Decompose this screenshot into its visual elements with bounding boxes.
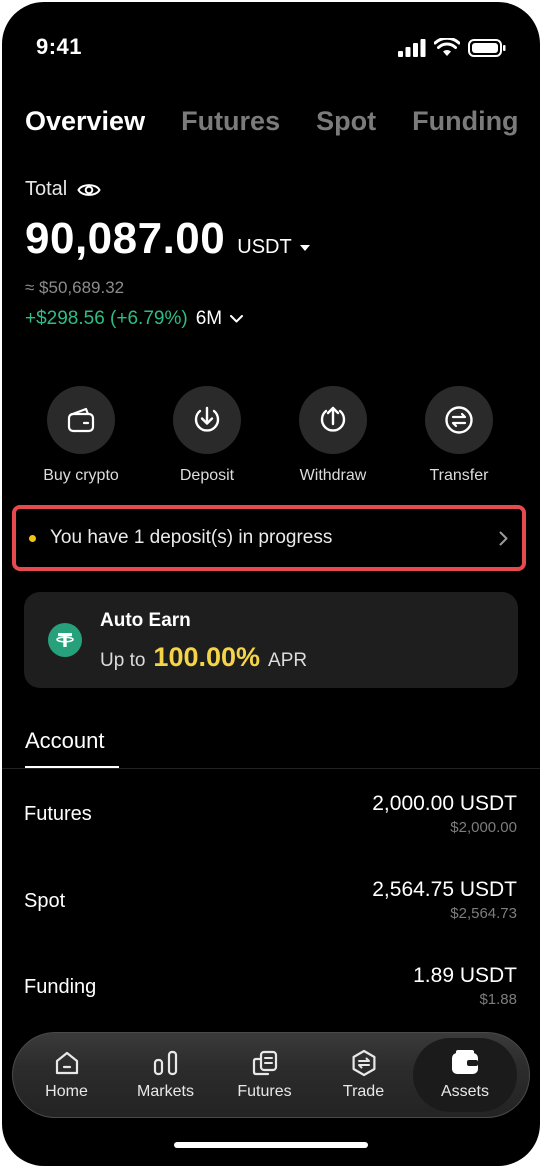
home-indicator xyxy=(174,1142,368,1148)
tab-spot[interactable]: Spot xyxy=(316,106,376,137)
deposit-progress-text: You have 1 deposit(s) in progress xyxy=(50,527,333,548)
account-row-futures[interactable]: Futures 2,000.00 USDT $2,000.00 xyxy=(2,792,540,862)
chevron-down-icon xyxy=(230,315,244,323)
eye-icon[interactable] xyxy=(77,181,101,199)
bottom-nav: Home Markets Futures Trade Assets xyxy=(12,1032,530,1118)
deposit-progress-banner[interactable]: You have 1 deposit(s) in progress xyxy=(12,505,526,571)
currency-label: USDT xyxy=(237,236,292,258)
withdraw-button[interactable]: Withdraw xyxy=(270,386,396,485)
fiat-equivalent: ≈ $50,689.32 xyxy=(25,278,125,297)
account-fiat: $2,564.73 xyxy=(450,905,517,922)
total-row: Total xyxy=(25,178,101,201)
quick-actions: Buy crypto Deposit Withdraw Transfer xyxy=(2,386,540,485)
period-selector[interactable]: 6M xyxy=(195,308,244,330)
transfer-label: Transfer xyxy=(429,467,489,484)
buy-crypto-label: Buy crypto xyxy=(43,467,119,484)
wallet-icon xyxy=(67,407,95,433)
tab-overview[interactable]: Overview xyxy=(25,106,145,137)
home-icon xyxy=(55,1051,78,1075)
period-label: 6M xyxy=(195,308,223,329)
auto-earn-title: Auto Earn xyxy=(100,610,191,631)
tab-futures[interactable]: Futures xyxy=(181,106,280,137)
nav-assets[interactable]: Assets xyxy=(413,1038,517,1112)
nav-trade[interactable]: Trade xyxy=(314,1038,413,1112)
account-name: Futures xyxy=(24,803,92,825)
nav-futures-label: Futures xyxy=(237,1083,292,1100)
pnl-value: +$298.56 (+6.79%) xyxy=(25,308,188,329)
deposit-circle xyxy=(173,386,241,454)
status-icons xyxy=(398,38,506,57)
account-name: Spot xyxy=(24,890,66,912)
battery-icon xyxy=(468,38,506,57)
balance-row: 90,087.00 USDT xyxy=(25,214,310,264)
asset-tabs: Overview Futures Spot Funding xyxy=(25,106,519,137)
auto-earn-rate: 100.00% xyxy=(153,642,261,672)
auto-earn-subtitle: Up to 100.00% APR xyxy=(100,642,307,673)
assets-icon xyxy=(452,1050,478,1074)
account-fiat: $1.88 xyxy=(479,991,517,1008)
nav-futures[interactable]: Futures xyxy=(215,1038,314,1112)
transfer-circle xyxy=(425,386,493,454)
account-amount: 2,000.00 USDT xyxy=(372,792,517,815)
pnl-row: +$298.56 (+6.79%) 6M xyxy=(25,308,244,330)
withdraw-label: Withdraw xyxy=(299,467,367,484)
auto-earn-card[interactable]: Auto Earn Up to 100.00% APR xyxy=(24,592,518,688)
status-dot xyxy=(29,534,36,542)
buy-crypto-button[interactable]: Buy crypto xyxy=(18,386,144,485)
withdraw-icon xyxy=(320,406,346,432)
withdraw-circle xyxy=(299,386,367,454)
deposit-icon xyxy=(194,406,220,432)
buy-crypto-circle xyxy=(47,386,115,454)
nav-home-label: Home xyxy=(45,1083,88,1100)
nav-markets[interactable]: Markets xyxy=(116,1038,215,1112)
deposit-label: Deposit xyxy=(179,467,235,484)
transfer-button[interactable]: Transfer xyxy=(396,386,522,485)
account-row-spot[interactable]: Spot 2,564.75 USDT $2,564.73 xyxy=(2,878,540,948)
account-amount: 2,564.75 USDT xyxy=(372,878,517,901)
nav-trade-label: Trade xyxy=(342,1083,385,1100)
account-name: Funding xyxy=(24,976,97,998)
chevron-right-icon xyxy=(499,531,508,545)
auto-earn-prefix: Up to xyxy=(100,650,146,671)
nav-home[interactable]: Home xyxy=(17,1038,116,1112)
signal-icon xyxy=(398,38,426,57)
account-row-funding[interactable]: Funding 1.89 USDT $1.88 xyxy=(2,964,540,1034)
currency-selector[interactable]: USDT xyxy=(237,236,310,259)
tab-account[interactable]: Account xyxy=(25,728,105,754)
total-balance: 90,087.00 xyxy=(25,214,226,263)
auto-earn-suffix: APR xyxy=(268,650,308,671)
status-bar: 9:41 xyxy=(2,2,540,92)
total-label: Total xyxy=(25,178,68,200)
caret-down-icon xyxy=(299,244,310,251)
tether-icon xyxy=(48,623,82,657)
trade-icon xyxy=(352,1049,375,1077)
tab-funding[interactable]: Funding xyxy=(412,106,518,137)
app-screen: 9:41 Overview Futures Spot Funding Total… xyxy=(2,2,540,1166)
nav-assets-label: Assets xyxy=(440,1083,489,1100)
wifi-icon xyxy=(434,38,460,56)
status-time: 9:41 xyxy=(36,34,83,59)
account-amount: 1.89 USDT xyxy=(413,964,517,987)
deposit-button[interactable]: Deposit xyxy=(144,386,270,485)
futures-icon xyxy=(252,1050,277,1076)
markets-icon xyxy=(153,1050,177,1076)
account-fiat: $2,000.00 xyxy=(450,819,517,836)
divider xyxy=(2,768,540,769)
transfer-icon xyxy=(445,406,473,434)
nav-markets-label: Markets xyxy=(137,1083,194,1100)
